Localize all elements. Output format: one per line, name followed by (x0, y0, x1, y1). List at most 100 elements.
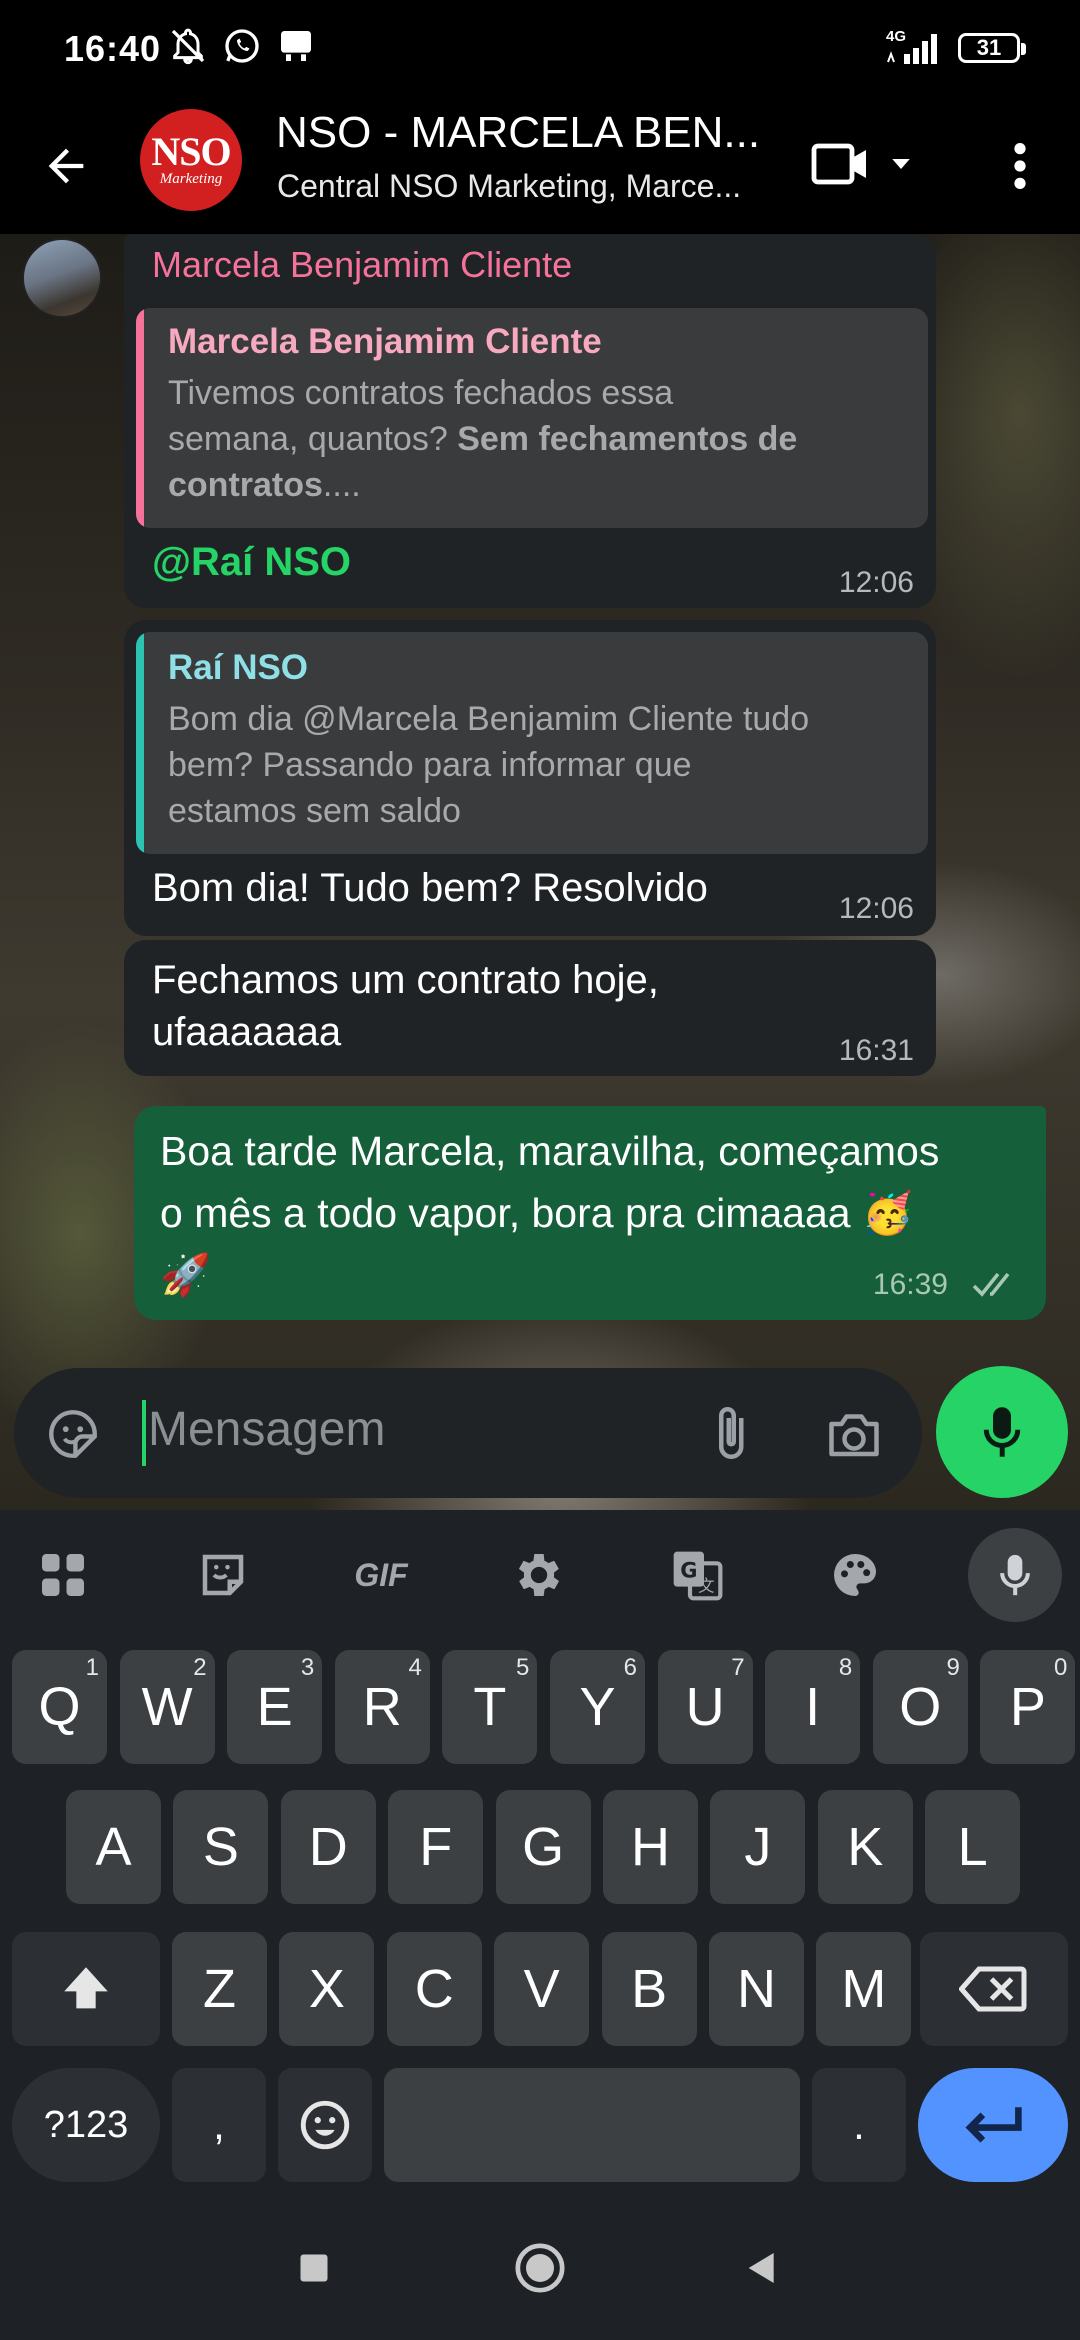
grid-icon (42, 1554, 84, 1596)
key-t[interactable]: T5 (442, 1650, 538, 1764)
message-line: Fechamos um contrato hoje, (152, 958, 659, 1002)
whatsapp-icon (222, 26, 262, 71)
quote-sender: Marcela Benjamim Cliente (168, 322, 602, 361)
more-vert-icon (1014, 143, 1026, 189)
comma-key[interactable]: , (172, 2068, 266, 2182)
apps-button[interactable] (18, 1530, 108, 1620)
key-x[interactable]: X (279, 1932, 375, 2046)
sender-avatar[interactable] (22, 238, 102, 318)
theme-button[interactable] (810, 1530, 900, 1620)
shift-icon (64, 1967, 108, 2009)
message-input[interactable]: Mensagem (148, 1402, 385, 1457)
period-key[interactable]: . (812, 2068, 906, 2182)
key-y[interactable]: Y6 (550, 1650, 645, 1764)
notification-icons (168, 26, 316, 70)
translate-button[interactable]: G文 (652, 1530, 742, 1620)
space-key[interactable] (384, 2068, 800, 2182)
sticker-icon (202, 1554, 244, 1596)
key-u[interactable]: U7 (657, 1650, 753, 1764)
symbols-key[interactable]: ?123 (12, 2068, 160, 2182)
key-g[interactable]: G (495, 1790, 591, 1904)
key-hint: 4 (408, 1654, 422, 1681)
group-avatar[interactable]: NSO Marketing (140, 109, 242, 211)
key-hint: 1 (85, 1654, 99, 1681)
video-call-button[interactable] (810, 132, 930, 196)
message-text[interactable]: Boa tarde Marcela, maravilha, começamos … (160, 1120, 939, 1306)
sender-name[interactable]: Marcela Benjamim Cliente (152, 244, 572, 286)
key-i[interactable]: I8 (765, 1650, 861, 1764)
key-label: T (473, 1677, 507, 1737)
quote-bar (136, 632, 144, 854)
key-p[interactable]: P0 (980, 1650, 1076, 1764)
chat-title[interactable]: NSO - MARCELA BEN... (276, 108, 760, 158)
key-q[interactable]: Q1 (12, 1650, 107, 1764)
message-bubble-outgoing[interactable]: Boa tarde Marcela, maravilha, começamos … (134, 1106, 1046, 1320)
mention-text[interactable]: @Raí NSO (152, 540, 351, 585)
recents-button[interactable] (274, 2228, 354, 2308)
chat-subtitle[interactable]: Central NSO Marketing, Marce... (277, 168, 741, 205)
quote-line: bem? Passando para informar que (168, 746, 692, 784)
key-label: N (737, 1959, 776, 2019)
message-line: Boa tarde Marcela, maravilha, começamos (160, 1128, 940, 1174)
key-label: J (744, 1817, 772, 1877)
key-hint: 6 (623, 1654, 637, 1681)
key-h[interactable]: H (603, 1790, 698, 1904)
message-time: 12:06 (838, 892, 914, 925)
gif-label: GIF (354, 1556, 408, 1593)
palette-icon (834, 1554, 876, 1596)
key-label: K (847, 1817, 884, 1877)
home-button[interactable] (500, 2228, 580, 2308)
key-r[interactable]: R4 (334, 1650, 430, 1764)
attach-icon[interactable] (700, 1402, 760, 1469)
key-b[interactable]: B (601, 1932, 697, 2046)
quoted-message[interactable]: Marcela Benjamim Cliente Tivemos contrat… (136, 308, 928, 528)
key-l[interactable]: L (925, 1790, 1021, 1904)
camera-icon[interactable] (824, 1406, 884, 1467)
key-w[interactable]: W2 (119, 1650, 215, 1764)
key-d[interactable]: D (280, 1790, 376, 1904)
key-label: E (256, 1677, 293, 1737)
key-label: Q (38, 1677, 81, 1737)
message-bubble-incoming[interactable]: Raí NSO Bom dia @Marcela Benjamim Client… (124, 620, 936, 936)
shift-key[interactable] (12, 1932, 160, 2046)
period-label: . (853, 2101, 865, 2148)
key-k[interactable]: K (817, 1790, 913, 1904)
message-text[interactable]: Bom dia! Tudo bem? Resolvido (152, 862, 708, 914)
sticker-button[interactable] (178, 1530, 268, 1620)
sticker-icon[interactable] (44, 1405, 102, 1468)
keyboard[interactable]: GIF G文 Q1W2E3R4T5Y6U7I8O9P0 ASDFGHJKL ZX… (0, 1510, 1080, 2340)
key-j[interactable]: J (710, 1790, 806, 1904)
back-nav-button[interactable] (722, 2228, 802, 2308)
key-z[interactable]: Z (172, 1932, 267, 2046)
key-m[interactable]: M (816, 1932, 912, 2046)
key-hint: 5 (516, 1654, 530, 1681)
message-bubble-incoming[interactable]: Marcela Benjamim Cliente Marcela Benjami… (124, 234, 936, 608)
key-e[interactable]: E3 (227, 1650, 323, 1764)
key-a[interactable]: A (66, 1790, 161, 1904)
key-s[interactable]: S (173, 1790, 269, 1904)
key-v[interactable]: V (494, 1932, 590, 2046)
key-o[interactable]: O9 (872, 1650, 968, 1764)
voice-message-button[interactable] (936, 1366, 1068, 1498)
enter-key[interactable] (918, 2068, 1068, 2182)
message-icon (276, 26, 316, 71)
key-n[interactable]: N (709, 1932, 804, 2046)
voice-typing-button[interactable] (968, 1528, 1062, 1622)
more-options-button[interactable] (990, 130, 1050, 202)
key-f[interactable]: F (388, 1790, 484, 1904)
key-c[interactable]: C (386, 1932, 482, 2046)
backspace-key[interactable] (920, 1932, 1068, 2046)
back-button[interactable] (30, 130, 102, 202)
key-label: B (631, 1959, 668, 2019)
comma-label: , (213, 2101, 225, 2148)
message-bubble-incoming[interactable]: Fechamos um contrato hoje, ufaaaaaaa 16:… (124, 940, 936, 1076)
message-composer[interactable]: Mensagem (14, 1368, 922, 1498)
message-text[interactable]: Fechamos um contrato hoje, ufaaaaaaa (152, 954, 659, 1058)
gif-button[interactable]: GIF (336, 1530, 426, 1620)
chat-messages[interactable]: Marcela Benjamim Cliente Marcela Benjami… (0, 234, 1080, 1510)
emoji-key[interactable] (278, 2068, 372, 2182)
quoted-message[interactable]: Raí NSO Bom dia @Marcela Benjamim Client… (136, 632, 928, 854)
settings-button[interactable] (494, 1530, 584, 1620)
svg-text:G: G (680, 1558, 697, 1582)
chat-header: NSO Marketing NSO - MARCELA BEN... Centr… (0, 96, 1080, 234)
